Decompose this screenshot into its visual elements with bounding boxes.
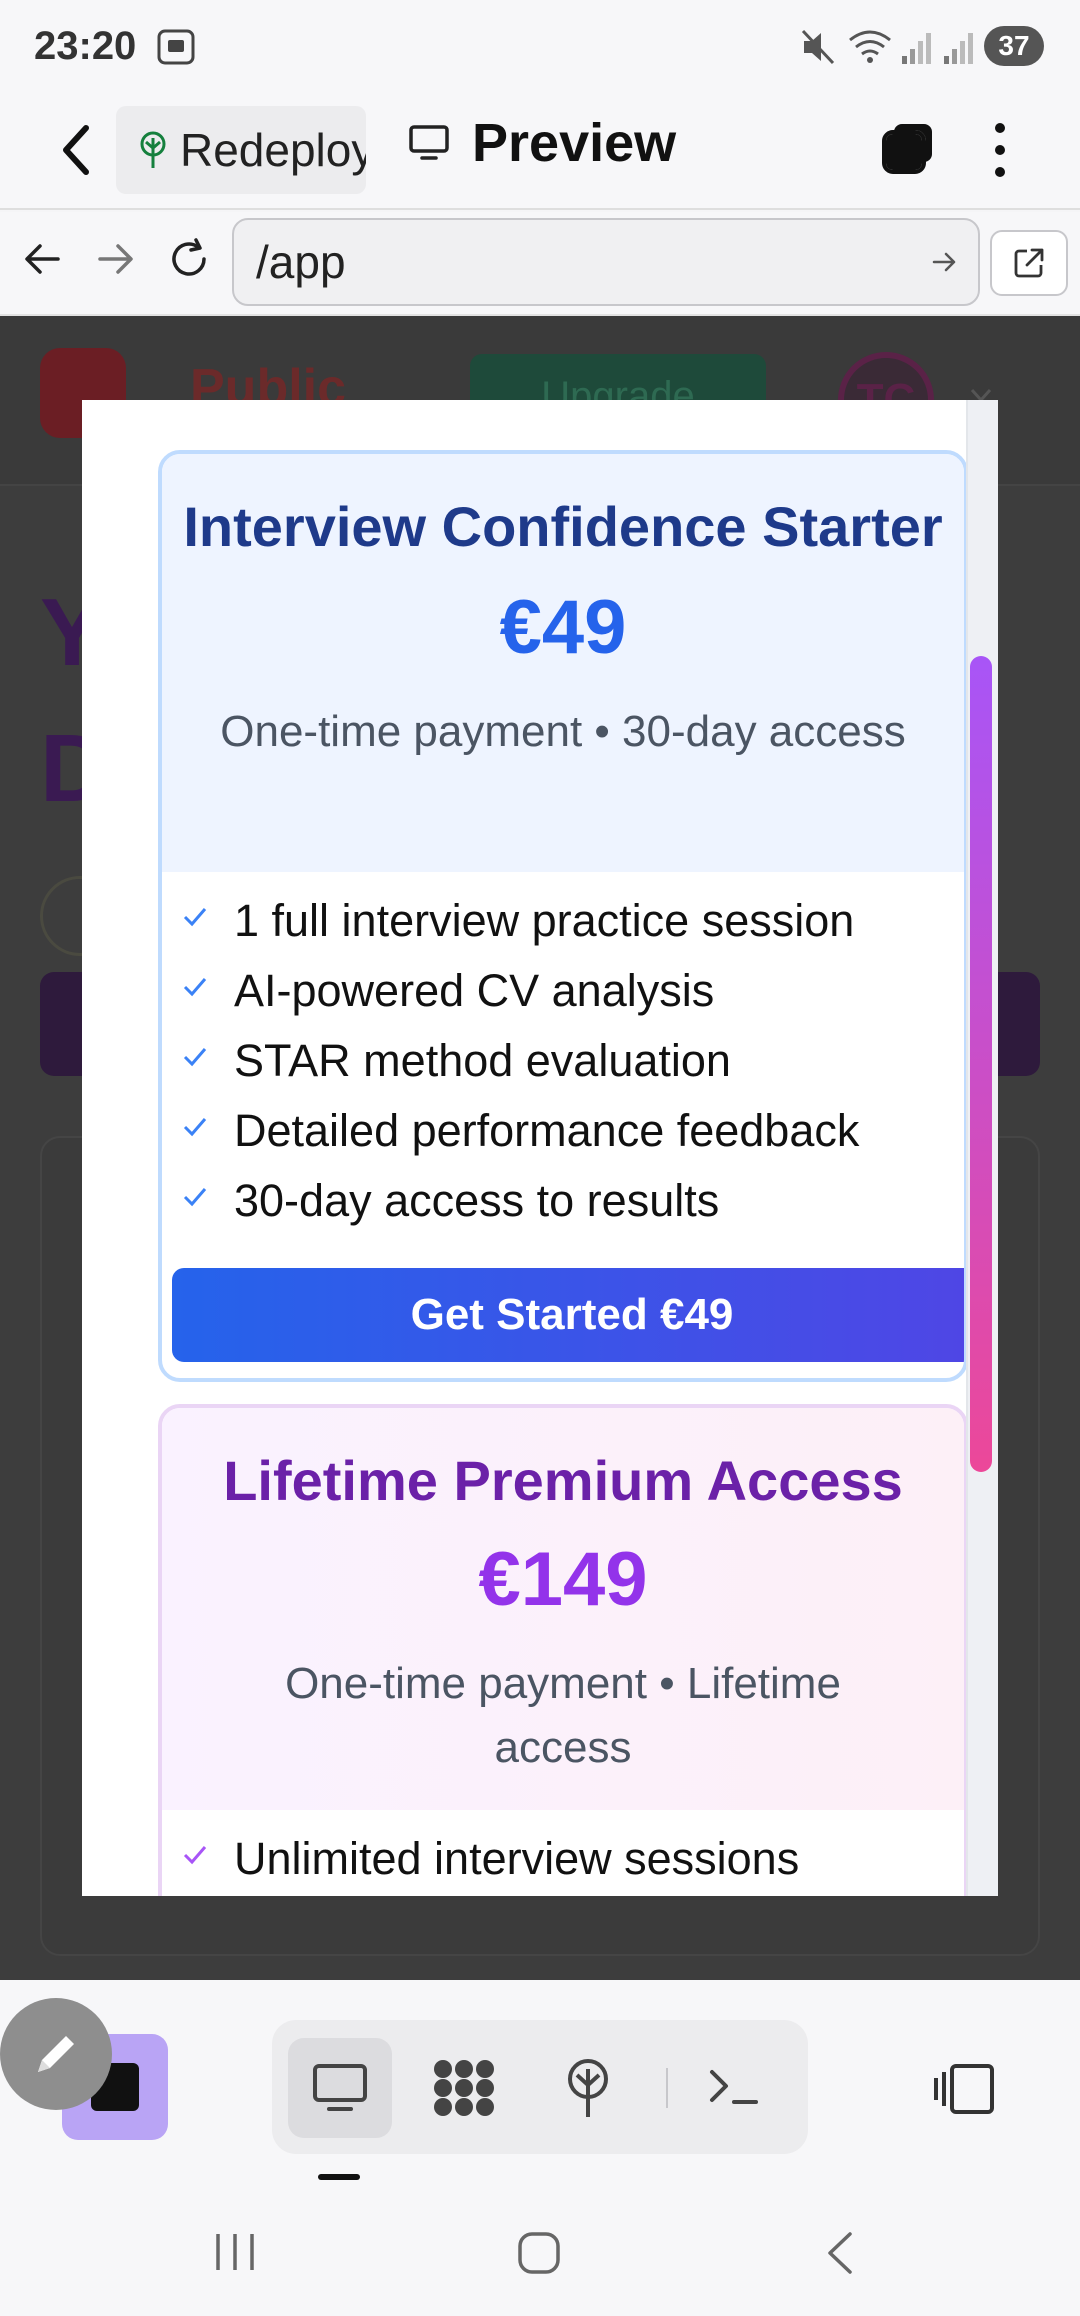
terminal-icon: [710, 2070, 758, 2104]
active-tab-indicator: [318, 2174, 360, 2180]
plan-title: Lifetime Premium Access: [223, 1449, 903, 1512]
screen: 23:20 37 Redeploy Preview /app Public Up…: [0, 0, 1080, 2316]
open-external-button[interactable]: [990, 230, 1068, 296]
preview-title: Preview: [408, 112, 676, 174]
side-panel-icon[interactable]: [932, 2062, 996, 2116]
feature-item: Unlimited interview sessions: [172, 1824, 964, 1894]
battery-indicator: 37: [984, 26, 1044, 66]
monitor-icon: [313, 2064, 367, 2111]
arrow-left-icon[interactable]: [18, 234, 68, 284]
plan-header: Interview Confidence Starter €49 One-tim…: [162, 454, 964, 872]
url-text: /app: [256, 236, 346, 288]
nav-back-icon[interactable]: [820, 2230, 860, 2276]
app-header: Redeploy Preview: [0, 90, 1080, 210]
plan-title: Interview Confidence Starter: [183, 495, 943, 558]
plan-price: €149: [478, 1537, 648, 1622]
signal-icon-2: [944, 33, 973, 64]
check-icon: [183, 908, 207, 927]
feature-label: Detailed performance feedback: [234, 1105, 860, 1156]
tabs-icon[interactable]: [880, 118, 936, 178]
check-icon: [183, 978, 207, 997]
segment-deploy[interactable]: [536, 2038, 640, 2138]
project-chip[interactable]: Redeploy: [116, 106, 366, 194]
feature-label: STAR method evaluation: [234, 1035, 731, 1086]
monitor-icon: [409, 125, 449, 160]
url-toolbar: /app: [0, 212, 1080, 316]
status-time: 23:20: [34, 24, 137, 68]
check-icon: [183, 1048, 207, 1067]
plan-card-starter: Interview Confidence Starter €49 One-tim…: [158, 450, 968, 1382]
bottom-toolbar: [0, 1980, 1080, 2196]
segment-separator: [666, 2068, 668, 2108]
plan-header: Lifetime Premium Access €149 One-time pa…: [162, 1408, 964, 1810]
kebab-menu-icon[interactable]: [990, 118, 1010, 182]
check-icon: [183, 1846, 207, 1865]
feature-list: 1 full interview practice session AI-pow…: [162, 872, 964, 1236]
feature-item: AI-powered CV analysis: [172, 956, 964, 1026]
get-started-button[interactable]: Get Started €49: [172, 1268, 964, 1362]
arrow-right-small-icon[interactable]: [930, 248, 958, 276]
recents-icon[interactable]: [212, 2230, 258, 2274]
mute-icon: [801, 29, 835, 65]
feature-item: STAR method evaluation: [172, 1026, 964, 1096]
plan-price: €49: [499, 585, 627, 670]
segment-terminal[interactable]: [682, 2038, 786, 2138]
view-switcher: [272, 2020, 808, 2154]
feature-label: AI-powered CV analysis: [234, 965, 715, 1016]
url-input[interactable]: /app: [232, 218, 980, 306]
feature-label: 1 full interview practice session: [234, 895, 855, 946]
feature-label: 30-day access to results: [234, 1175, 720, 1226]
plan-subtitle: One-time payment • Lifetime access: [285, 1659, 841, 1772]
deploy-tree-icon: [568, 2059, 608, 2117]
pencil-icon: [38, 2036, 74, 2072]
feature-item: 1 full interview practice session: [172, 886, 964, 956]
plan-card-lifetime: Lifetime Premium Access €149 One-time pa…: [158, 1404, 968, 1896]
plan-subtitle: One-time payment • 30-day access: [220, 707, 906, 756]
project-chip-label: Redeploy: [180, 124, 366, 176]
feature-item: 30-day access to results: [172, 1166, 964, 1236]
reload-icon[interactable]: [164, 234, 214, 284]
apps-icon: [434, 2060, 494, 2116]
feature-item: Detailed performance feedback: [172, 1096, 964, 1166]
status-bar: 23:20 37: [0, 0, 1080, 90]
external-link-icon: [1014, 248, 1044, 278]
tree-icon: [140, 131, 166, 168]
check-icon: [183, 1188, 207, 1207]
preview-label: Preview: [472, 113, 677, 173]
arrow-right-icon[interactable]: [90, 234, 140, 284]
check-icon: [183, 1118, 207, 1137]
feature-label: Unlimited interview sessions: [234, 1833, 800, 1884]
system-nav-bar: [0, 2196, 1080, 2316]
feature-list: Unlimited interview sessions: [162, 1810, 964, 1894]
segment-preview[interactable]: [288, 2038, 392, 2138]
signal-icon: [902, 33, 931, 64]
chevron-left-icon[interactable]: [52, 118, 100, 182]
segment-apps[interactable]: [412, 2038, 516, 2138]
edit-button[interactable]: [0, 1998, 112, 2110]
screenshot-icon: [157, 29, 195, 65]
wifi-icon: [849, 30, 891, 63]
home-icon[interactable]: [516, 2230, 562, 2276]
modal-scrollbar-thumb[interactable]: [970, 656, 992, 1472]
pricing-modal: Interview Confidence Starter €49 One-tim…: [82, 400, 998, 1896]
